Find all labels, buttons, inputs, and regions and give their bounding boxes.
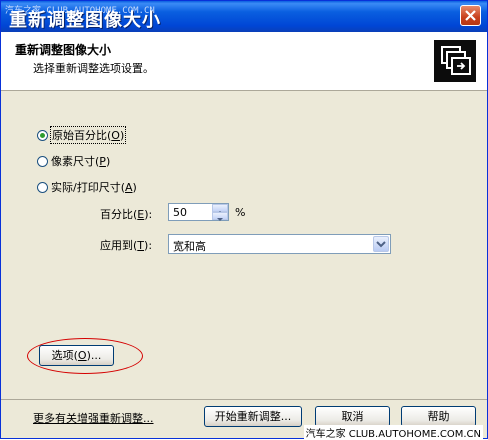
percent-unit: % — [235, 206, 246, 219]
footer-divider — [1, 399, 487, 400]
radio-label: 像素尺寸(P) — [51, 155, 111, 168]
apply-to-label: 应用到(T): — [100, 239, 153, 252]
window-title: 重新调整图像大小 — [9, 10, 161, 31]
apply-to-select[interactable]: 宽和高 — [168, 234, 391, 254]
header-title: 重新调整图像大小 — [15, 43, 112, 57]
apply-to-value: 宽和高 — [173, 240, 206, 253]
radio-button[interactable] — [37, 155, 48, 167]
percent-spinner[interactable]: 50 — [168, 203, 229, 221]
chevron-down-icon — [376, 241, 386, 248]
start-resize-button[interactable]: 开始重新调整... — [204, 406, 302, 427]
resize-images-icon — [434, 40, 476, 82]
radio-original-percent[interactable]: 原始百分比(O) — [37, 126, 127, 144]
percent-label: 百分比(E): — [100, 208, 153, 221]
dropdown-button[interactable] — [373, 236, 389, 252]
radio-label: 原始百分比(O) — [49, 126, 127, 144]
more-info-link[interactable]: 更多有关增强重新调整... — [33, 410, 154, 426]
cancel-button[interactable]: 取消 — [315, 406, 390, 427]
radio-pixel-size[interactable]: 像素尺寸(P) — [37, 153, 110, 169]
help-button[interactable]: 帮助 — [401, 406, 476, 427]
radio-label: 实际/打印尺寸(A) — [51, 181, 137, 194]
percent-value: 50 — [173, 206, 187, 219]
resize-dialog: 汽车之家 CLUB.AUTOHOME.COM.CN 重新调整图像大小 重新调整图… — [0, 0, 488, 440]
title-bar[interactable]: 汽车之家 CLUB.AUTOHOME.COM.CN 重新调整图像大小 — [1, 1, 487, 32]
arrow-down-icon — [217, 218, 223, 221]
spin-down-button[interactable] — [212, 212, 228, 221]
watermark-bottom: 汽车之家 CLUB.AUTOHOME.COM.CN — [303, 425, 483, 440]
close-button[interactable] — [460, 5, 481, 26]
radio-button[interactable] — [37, 129, 48, 141]
header-subtitle: 选择重新调整选项设置。 — [33, 62, 154, 75]
dialog-header: 重新调整图像大小 选择重新调整选项设置。 — [1, 32, 487, 91]
close-icon — [465, 10, 476, 21]
spin-up-button[interactable] — [212, 204, 228, 214]
radio-actual-print-size[interactable]: 实际/打印尺寸(A) — [37, 179, 137, 195]
highlight-annotation — [27, 338, 143, 374]
radio-button[interactable] — [37, 181, 48, 193]
